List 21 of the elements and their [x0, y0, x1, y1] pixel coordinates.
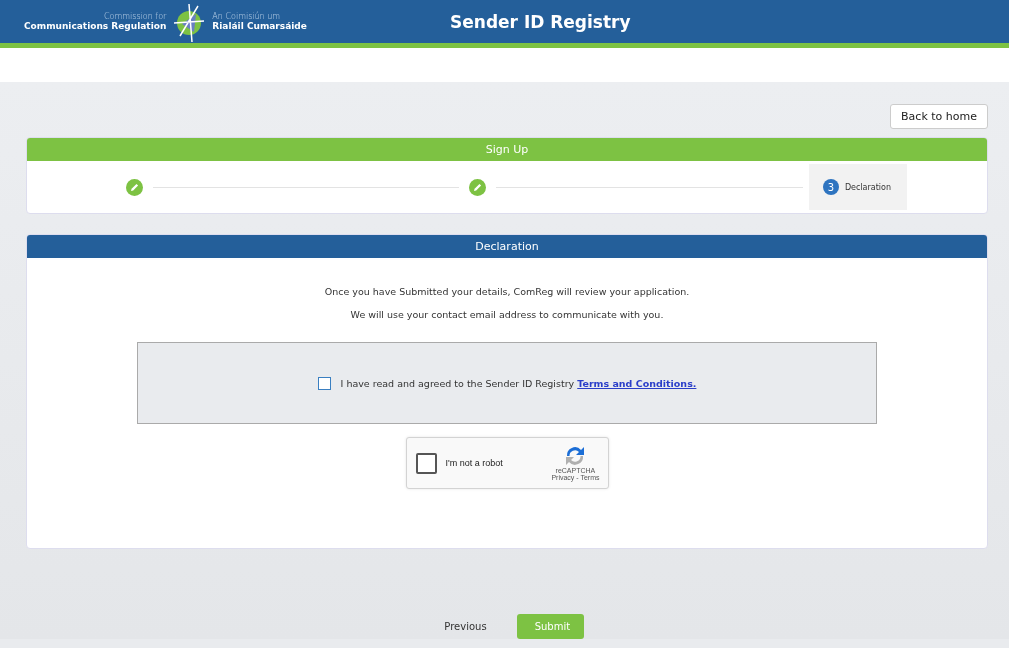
card-header: Declaration: [27, 235, 987, 258]
info-text: We will use your contact email address to communicate with you.: [350, 309, 664, 320]
logo-text: Communications Regulation: [24, 21, 167, 31]
agreement-checkbox[interactable]: [317, 376, 331, 390]
step-number: 3: [822, 179, 839, 195]
pencil-icon: [126, 178, 143, 196]
terms-link[interactable]: Terms and Conditions.: [577, 377, 697, 389]
info-text: Once you have Submitted your details, ComReg will review your application.: [324, 286, 690, 297]
pencil-icon: [469, 178, 487, 196]
captcha-label: I'm not a robot: [445, 458, 504, 468]
step-label: Declaration: [844, 182, 891, 192]
back-to-home-button[interactable]: Back to home: [890, 104, 988, 129]
logo-text: Commission for: [104, 12, 167, 21]
page-title: Sender ID Registry: [450, 11, 631, 32]
captcha-checkbox[interactable]: [415, 452, 437, 474]
agreement-text: I have read and agreed to the Sender ID Registry Terms and Conditions.: [340, 377, 697, 389]
previous-button[interactable]: Previous: [440, 614, 491, 639]
step-item[interactable]: 3 Declaration: [808, 164, 907, 210]
logo-text: Rialáil Cumarsáide: [212, 21, 307, 31]
logo-text: An Coimisiún um: [212, 12, 282, 21]
card-header: Sign Up: [27, 138, 987, 161]
